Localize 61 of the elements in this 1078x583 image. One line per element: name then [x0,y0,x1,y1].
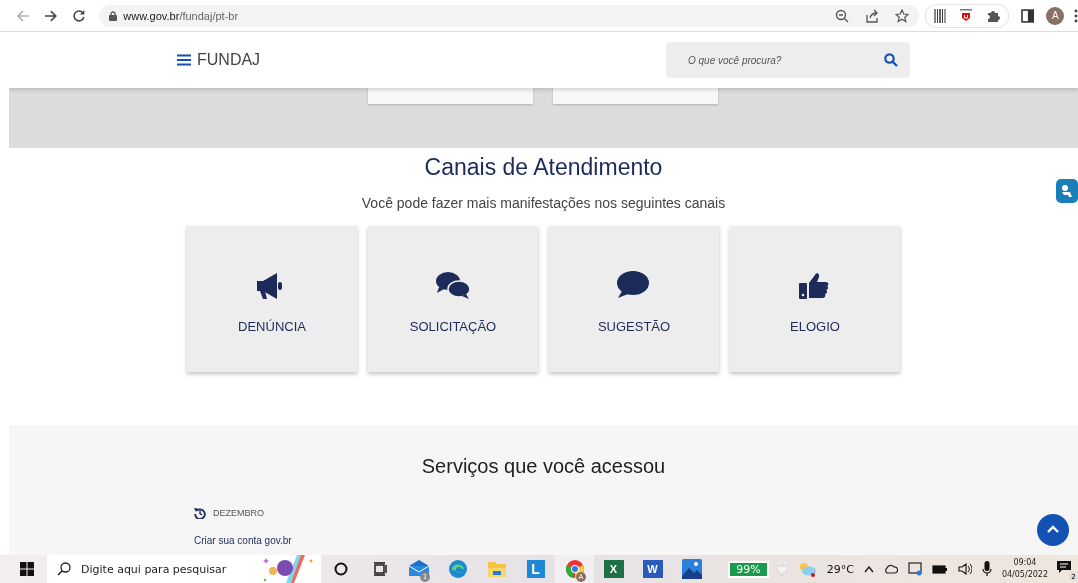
profile-avatar[interactable]: A [1046,6,1065,25]
temperature-text[interactable]: 29°C [826,562,854,576]
microphone-icon[interactable] [981,561,992,577]
channel-card[interactable]: ELOGIO [730,226,900,372]
section-title: Serviços que você acessou [421,455,666,478]
chrome-icon[interactable] [564,559,585,579]
back-to-top-icon[interactable] [1037,514,1069,546]
section-title: Canais de Atendimento [424,154,663,181]
card-label: SUGESTÃO [597,318,671,334]
chevron-up-icon[interactable] [863,565,874,573]
group-label: DEZEMBRO [213,508,264,518]
clock-time: 09:04 [1013,557,1037,569]
search-icon [57,562,71,576]
channel-card[interactable]: DENÚNCIA [187,226,357,372]
card-label: ELOGIO [790,318,840,334]
service-link[interactable]: Criar sua conta gov.br [194,535,1078,546]
excel-icon[interactable]: X [603,560,624,578]
url-text: www.gov.br/fundaj/pt-br [123,9,239,22]
task-view-icon[interactable] [372,562,387,576]
reload-icon[interactable] [71,8,86,23]
puzzle-icon[interactable] [985,8,1000,23]
star-icon[interactable] [894,8,909,23]
edge-icon[interactable] [447,559,468,579]
history-icon [194,507,206,519]
chat-bubble-icon [616,268,652,301]
menu-icon[interactable] [177,54,191,66]
section-subtitle: Você pode fazer mais manifestações nos seguintes canais [361,195,726,211]
card-label: SOLICITAÇÃO [409,318,497,334]
search-input[interactable]: Digite aqui para pesquisar [79,561,253,577]
address-bar[interactable]: www.gov.br/fundaj/pt-br [99,4,919,27]
cloud-icon[interactable] [883,564,898,574]
word-icon[interactable]: W [642,560,663,578]
battery-icon[interactable] [931,564,948,574]
notifications-icon[interactable] [1056,560,1072,574]
battery-indicator[interactable]: 99% [728,560,769,578]
display-icon[interactable] [907,562,922,576]
lock-icon [109,10,118,21]
channel-card[interactable]: SOLICITAÇÃO [368,226,538,372]
search-field[interactable]: O que você procura? [666,42,910,78]
photos-icon[interactable] [681,559,702,579]
speaker-icon[interactable] [957,563,972,575]
zoom-out-icon[interactable] [834,8,849,23]
mail-icon[interactable] [407,560,430,578]
circle-icon[interactable] [333,562,348,576]
search-icon[interactable] [884,53,898,67]
search-input[interactable]: O que você procura? [686,53,884,67]
channel-card[interactable]: SUGESTÃO [549,226,719,372]
clock[interactable]: 09:04 04/05/2022 [1001,557,1048,581]
accessibility-icon[interactable] [1056,179,1078,203]
site-logo[interactable]: FUNDAJ [197,51,261,69]
folder-icon[interactable] [486,560,507,578]
shield-icon[interactable] [959,8,972,23]
card-label: DENÚNCIA [238,318,306,334]
share-icon[interactable] [864,8,879,23]
app-icon[interactable]: L [526,560,545,578]
windows-start-icon[interactable] [20,562,34,576]
forward-icon[interactable] [43,8,58,23]
side-panel-icon[interactable] [1020,8,1035,23]
clock-date: 04/05/2022 [1001,569,1048,581]
more-icon[interactable] [1074,8,1078,23]
barcode-icon[interactable] [933,8,946,23]
